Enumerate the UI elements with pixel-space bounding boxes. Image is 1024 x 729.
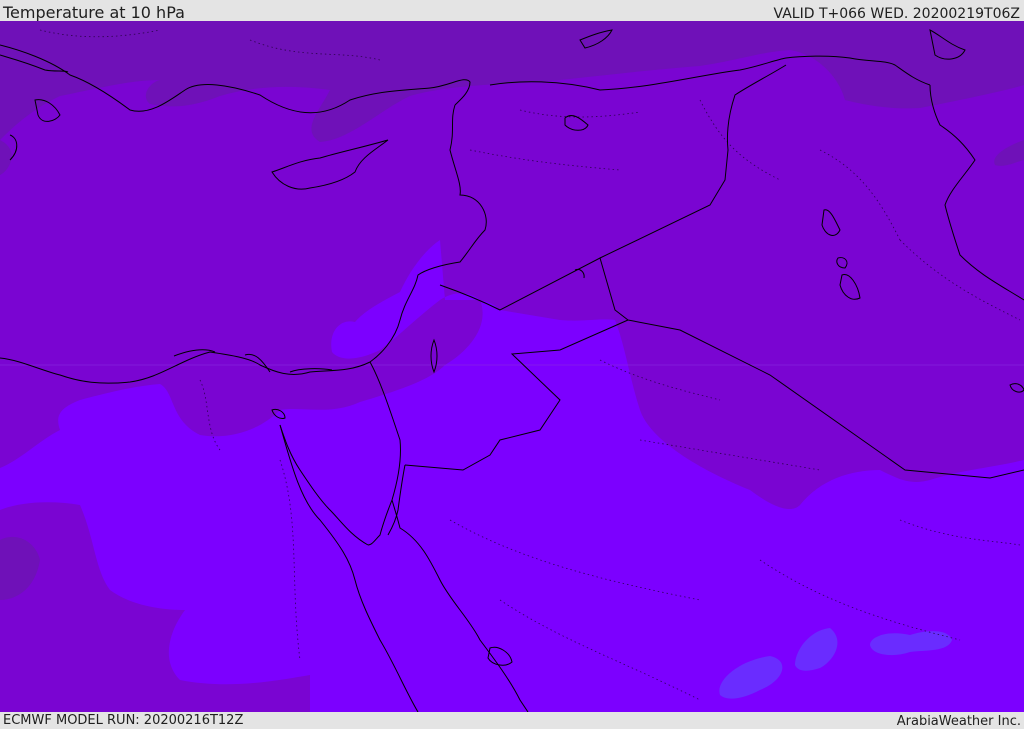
header-bar: Temperature at 10 hPa VALID T+066 WED. 2… — [0, 0, 1024, 22]
footer-bar: ECMWF MODEL RUN: 20200216T12Z ArabiaWeat… — [0, 712, 1024, 729]
map-title: Temperature at 10 hPa — [3, 3, 185, 22]
valid-time-label: VALID T+066 WED. 20200219T06Z — [773, 6, 1020, 22]
model-run-label: ECMWF MODEL RUN: 20200216T12Z — [3, 713, 244, 728]
temperature-map — [0, 21, 1024, 712]
credit-label: ArabiaWeather Inc. — [896, 714, 1021, 729]
